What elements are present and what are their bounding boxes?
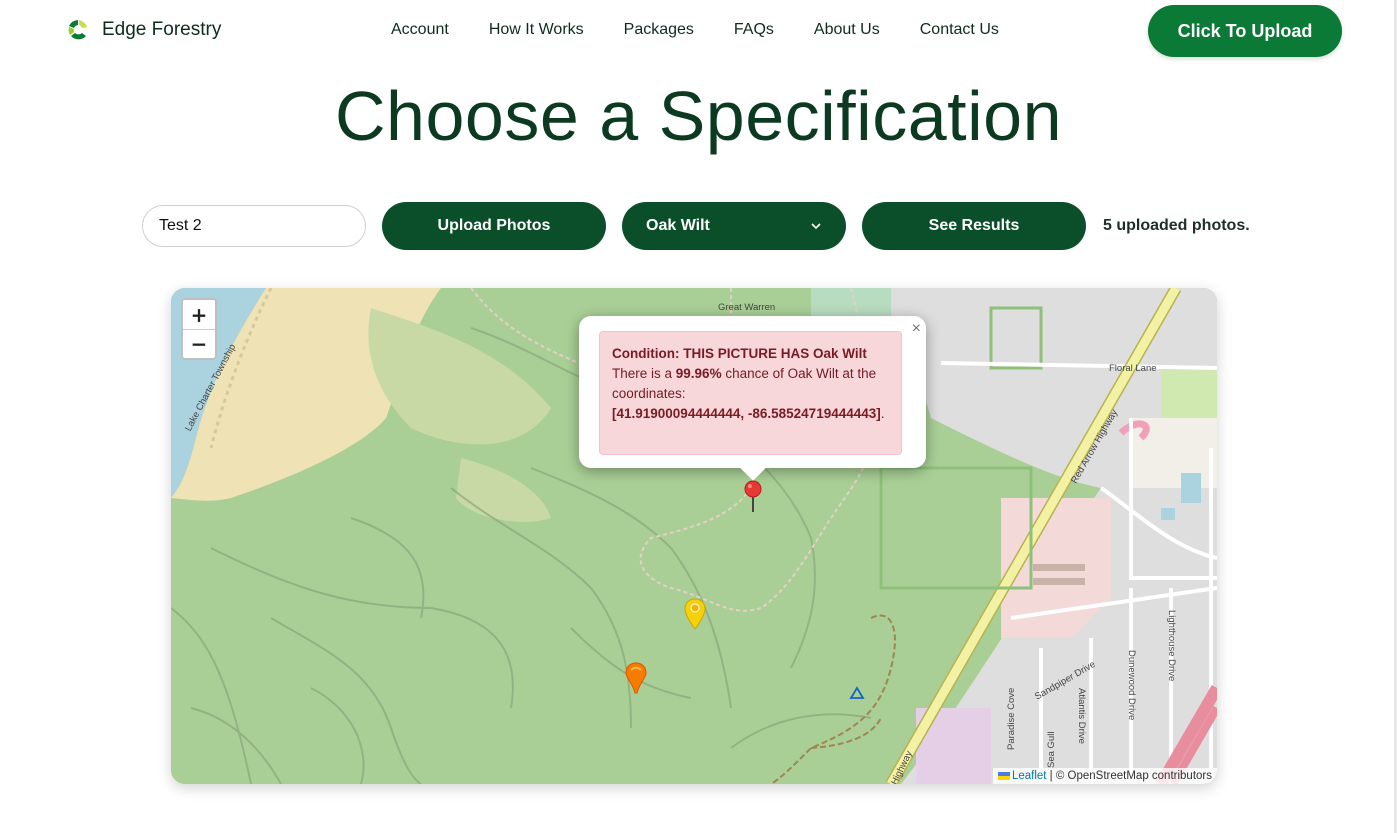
leaf-logo-icon: [68, 20, 87, 40]
upload-status-text: 5 uploaded photos.: [1103, 217, 1250, 234]
zoom-control: + −: [181, 298, 217, 360]
coordinates-value: [41.91900094444444, -86.58524719444443]: [612, 406, 881, 421]
upload-photos-button[interactable]: Upload Photos: [382, 202, 606, 250]
spec-controls: Upload Photos Oak Wilt See Results 5 upl…: [142, 202, 1250, 250]
project-name-input[interactable]: [142, 205, 366, 247]
zoom-in-button[interactable]: +: [183, 300, 215, 329]
red-map-pin-icon[interactable]: [743, 480, 763, 514]
zoom-out-button[interactable]: −: [183, 329, 215, 358]
label-floral-lane: Floral Lane: [1109, 363, 1157, 374]
label-dunewood: Dunewood Drive: [1126, 650, 1137, 721]
condition-heading: Condition: THIS PICTURE HAS Oak Wilt: [612, 346, 867, 361]
condition-detail: There is a 99.96% chance of Oak Wilt at …: [612, 366, 877, 401]
page-title: Choose a Specification: [335, 77, 1062, 155]
nav-how-it-works[interactable]: How It Works: [489, 21, 584, 39]
specification-select[interactable]: Oak Wilt: [622, 202, 846, 250]
label-paradise: Paradise Cove: [1006, 687, 1017, 750]
nav-faqs[interactable]: FAQs: [734, 21, 774, 39]
nav-account[interactable]: Account: [391, 21, 449, 39]
marker-popup: × Condition: THIS PICTURE HAS Oak Wilt T…: [579, 316, 926, 481]
site-header: Edge Forestry Account How It Works Packa…: [0, 0, 1397, 62]
nav-about-us[interactable]: About Us: [814, 21, 880, 39]
specification-selected-value: Oak Wilt: [646, 217, 710, 234]
label-lighthouse: Lighthouse Drive: [1166, 610, 1177, 682]
ukraine-flag-icon: [997, 771, 1010, 780]
orange-map-marker-icon[interactable]: [625, 662, 647, 694]
osm-attribution-text: | © OpenStreetMap contributors: [1046, 770, 1212, 782]
click-to-upload-button[interactable]: Click To Upload: [1148, 5, 1342, 57]
main-nav: Account How It Works Packages FAQs About…: [391, 21, 999, 39]
chevron-down-icon: [811, 223, 821, 230]
map-view[interactable]: Great Warren Lake Charter Township Flora…: [171, 288, 1217, 784]
label-great-warren: Great Warren: [718, 302, 776, 313]
label-atlantis: Atlantis Drive: [1076, 688, 1087, 744]
brand-logo-link[interactable]: Edge Forestry: [66, 18, 221, 42]
popup-close-button[interactable]: ×: [912, 320, 921, 338]
nav-contact-us[interactable]: Contact Us: [920, 21, 999, 39]
yellow-map-marker-icon[interactable]: [684, 598, 706, 630]
see-results-button[interactable]: See Results: [862, 202, 1086, 250]
leaflet-link[interactable]: Leaflet: [1012, 770, 1047, 782]
label-sea-gull: Sea Gull: [1046, 731, 1057, 768]
nav-packages[interactable]: Packages: [624, 21, 694, 39]
map-attribution: Leaflet | © OpenStreetMap contributors: [992, 768, 1217, 784]
chance-percent: 99.96%: [675, 366, 722, 381]
condition-alert: Condition: THIS PICTURE HAS Oak Wilt The…: [599, 331, 902, 455]
brand-name: Edge Forestry: [102, 19, 222, 40]
